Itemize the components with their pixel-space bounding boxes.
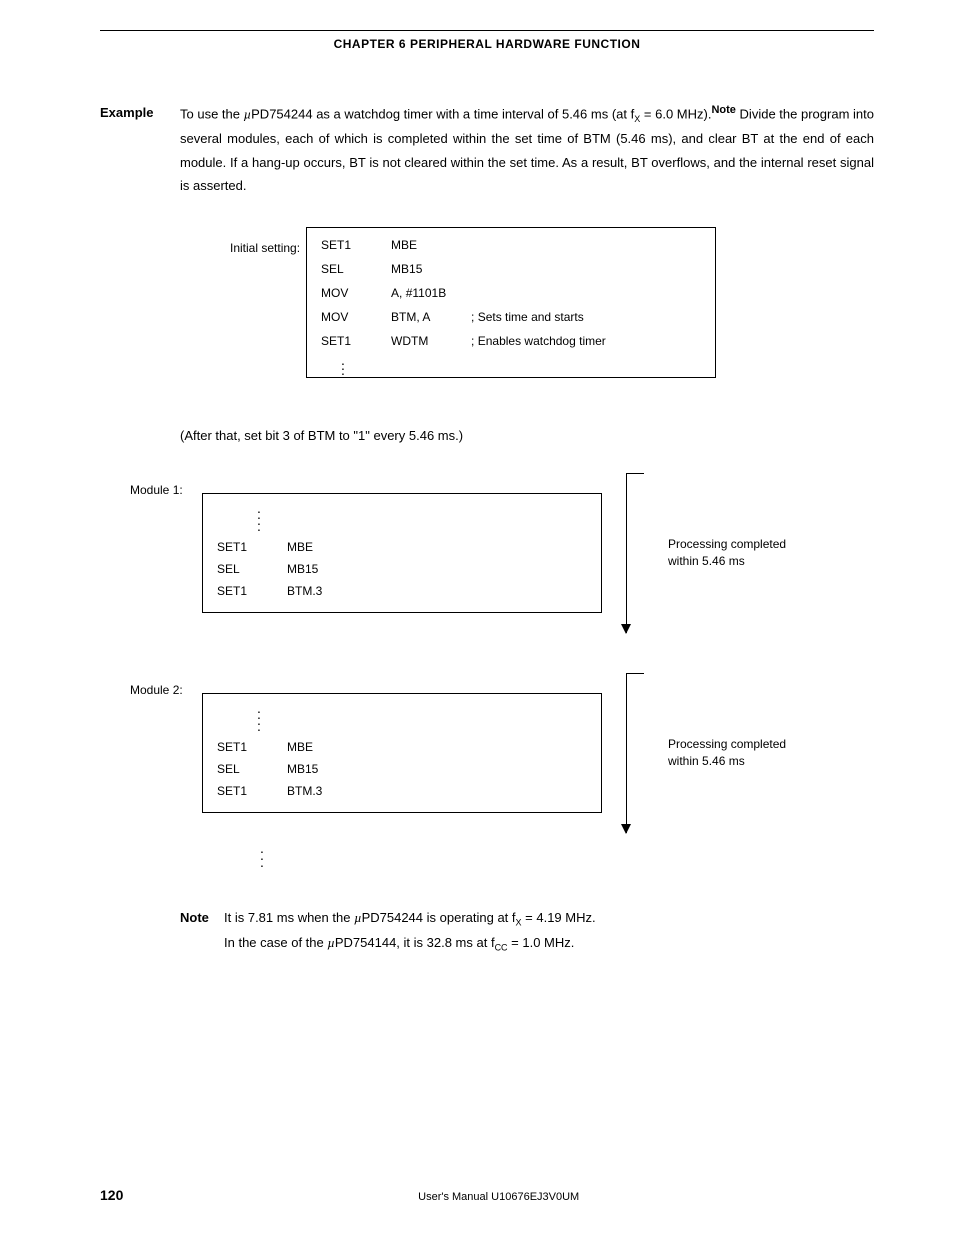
note-block: Note It is 7.81 ms when the µPD754244 is… xyxy=(180,906,874,956)
code-col-a: MOV xyxy=(321,310,391,324)
code-row: SET1 MBE xyxy=(321,238,701,252)
chapter-title: CHAPTER 6 PERIPHERAL HARDWARE FUNCTION xyxy=(100,37,874,51)
proc-line1: Processing completed xyxy=(668,537,786,551)
proc-line1: Processing completed xyxy=(668,737,786,751)
initial-setting-row: Initial setting: SET1 MBE SEL MB15 MOV A… xyxy=(230,227,874,378)
code-row: SEL MB15 xyxy=(217,762,587,776)
code-row: SEL MB15 xyxy=(321,262,701,276)
example-label: Example xyxy=(100,101,180,124)
code-row: SET1 BTM.3 xyxy=(217,584,587,598)
code-col-a: SET1 xyxy=(217,784,287,798)
example-text-b: PD754244 as a watchdog timer with a time… xyxy=(251,106,634,121)
code-col-a: SET1 xyxy=(321,238,391,252)
example-block: Example To use the µPD754244 as a watchd… xyxy=(100,101,874,197)
vdots-icon: ... xyxy=(260,845,874,866)
vdots-icon: .... xyxy=(257,506,587,530)
example-text-c: = 6.0 MHz). xyxy=(640,106,711,121)
proc-line2: within 5.46 ms xyxy=(668,753,818,770)
code-row: SEL MB15 xyxy=(217,562,587,576)
code-col-c xyxy=(471,286,701,300)
code-col-b: MBE xyxy=(391,238,471,252)
code-col-a: SEL xyxy=(217,562,287,576)
code-col-a: SEL xyxy=(321,262,391,276)
code-row: MOV BTM, A ; Sets time and starts xyxy=(321,310,701,324)
code-col-c: ; Sets time and starts xyxy=(471,310,701,324)
module-1-code-box: .... SET1 MBE SEL MB15 SET1 BTM.3 xyxy=(202,493,602,613)
note-superscript: Note xyxy=(711,104,735,116)
code-col-c xyxy=(471,262,701,276)
after-text: (After that, set bit 3 of BTM to "1" eve… xyxy=(180,428,874,443)
code-row: MOV A, #1101B xyxy=(321,286,701,300)
note-l1a: It is 7.81 ms when the xyxy=(224,910,354,925)
example-text-a: To use the xyxy=(180,106,244,121)
page-number: 120 xyxy=(100,1187,123,1203)
range-indicator-icon xyxy=(620,673,650,833)
code-col-b: MB15 xyxy=(391,262,471,276)
module-1-row: Module 1: .... SET1 MBE SEL MB15 SET1 BT… xyxy=(130,473,874,633)
proc-line2: within 5.46 ms xyxy=(668,553,818,570)
code-col-b: MB15 xyxy=(287,562,357,576)
module-2-row: Module 2: .... SET1 MBE SEL MB15 SET1 BT… xyxy=(130,673,874,833)
note-l2b: PD754144, it is 32.8 ms at f xyxy=(335,935,495,950)
mu-glyph: µ xyxy=(354,910,362,925)
module-1-label: Module 1: xyxy=(130,473,202,497)
code-col-a: SET1 xyxy=(217,584,287,598)
code-col-a: SET1 xyxy=(217,540,287,554)
code-col-b: BTM.3 xyxy=(287,584,357,598)
note-line2: In the case of the µPD754144, it is 32.8… xyxy=(224,931,874,956)
processing-text: Processing completed within 5.46 ms xyxy=(668,736,818,770)
mu-glyph: µ xyxy=(327,935,335,950)
code-col-b: BTM.3 xyxy=(287,784,357,798)
range-indicator-icon xyxy=(620,473,650,633)
code-col-b: WDTM xyxy=(391,334,471,348)
code-col-b: MBE xyxy=(287,740,357,754)
note-l1b: PD754244 is operating at f xyxy=(362,910,516,925)
code-col-a: SEL xyxy=(217,762,287,776)
code-row: SET1 WDTM ; Enables watchdog timer xyxy=(321,334,701,348)
note-l2a: In the case of the xyxy=(224,935,327,950)
example-text: To use the µPD754244 as a watchdog timer… xyxy=(180,101,874,197)
note-l1c: = 4.19 MHz. xyxy=(522,910,596,925)
sub-cc: CC xyxy=(495,943,508,953)
vdots-icon: ... xyxy=(341,358,701,373)
code-row: SET1 BTM.3 xyxy=(217,784,587,798)
code-col-b: BTM, A xyxy=(391,310,471,324)
initial-code-box: SET1 MBE SEL MB15 MOV A, #1101B MOV BTM,… xyxy=(306,227,716,378)
note-label: Note xyxy=(180,906,224,956)
note-l2c: = 1.0 MHz. xyxy=(508,935,575,950)
page: CHAPTER 6 PERIPHERAL HARDWARE FUNCTION E… xyxy=(0,0,954,1235)
note-body: It is 7.81 ms when the µPD754244 is oper… xyxy=(224,906,874,956)
code-col-b: MBE xyxy=(287,540,357,554)
note-line1: It is 7.81 ms when the µPD754244 is oper… xyxy=(224,906,874,931)
page-footer: 120 User's Manual U10676EJ3V0UM xyxy=(100,1187,874,1203)
module-2-code-box: .... SET1 MBE SEL MB15 SET1 BTM.3 xyxy=(202,693,602,813)
header-rule xyxy=(100,30,874,31)
code-col-c: ; Enables watchdog timer xyxy=(471,334,701,348)
code-col-b: MB15 xyxy=(287,762,357,776)
processing-text: Processing completed within 5.46 ms xyxy=(668,536,818,570)
code-col-a: SET1 xyxy=(321,334,391,348)
code-col-b: A, #1101B xyxy=(391,286,471,300)
initial-setting-label: Initial setting: xyxy=(230,227,306,255)
code-row: SET1 MBE xyxy=(217,740,587,754)
code-row: SET1 MBE xyxy=(217,540,587,554)
code-col-a: SET1 xyxy=(217,740,287,754)
vdots-icon: .... xyxy=(257,706,587,730)
code-col-a: MOV xyxy=(321,286,391,300)
footer-center-text: User's Manual U10676EJ3V0UM xyxy=(123,1191,874,1203)
code-col-c xyxy=(471,238,701,252)
module-2-label: Module 2: xyxy=(130,673,202,697)
